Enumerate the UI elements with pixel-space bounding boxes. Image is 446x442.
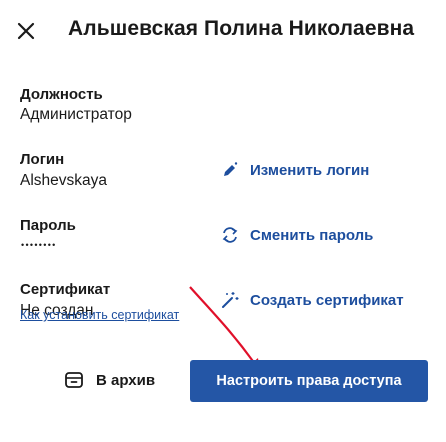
- create-certificate-button[interactable]: Создать сертификат: [220, 290, 404, 310]
- archive-box-icon: [64, 370, 84, 390]
- certificate-help-link[interactable]: Как установить сертификат: [20, 308, 179, 322]
- magic-wand-icon: [220, 290, 240, 310]
- login-label: Логин: [20, 151, 65, 168]
- certificate-label: Сертификат: [20, 281, 111, 298]
- password-value: ••••••••: [21, 240, 57, 250]
- archive-button[interactable]: В архив: [40, 360, 180, 400]
- position-label: Должность: [20, 86, 103, 103]
- password-label: Пароль: [20, 217, 76, 234]
- refresh-icon: [220, 225, 240, 245]
- change-login-button[interactable]: Изменить логин: [220, 160, 369, 180]
- close-icon[interactable]: [13, 18, 39, 44]
- create-certificate-label: Создать сертификат: [250, 291, 404, 309]
- dialog-title: Альшевская Полина Николаевна: [68, 17, 415, 40]
- configure-access-button[interactable]: Настроить права доступа: [190, 360, 428, 402]
- dialog-header: Альшевская Полина Николаевна: [0, 0, 446, 62]
- change-password-button[interactable]: Сменить пароль: [220, 225, 373, 245]
- archive-label: В архив: [96, 371, 156, 389]
- pencil-icon: [220, 160, 240, 180]
- change-login-label: Изменить логин: [250, 161, 370, 179]
- login-value: Alshevskaya: [20, 172, 108, 189]
- change-password-label: Сменить пароль: [250, 226, 374, 244]
- position-value: Администратор: [20, 106, 132, 123]
